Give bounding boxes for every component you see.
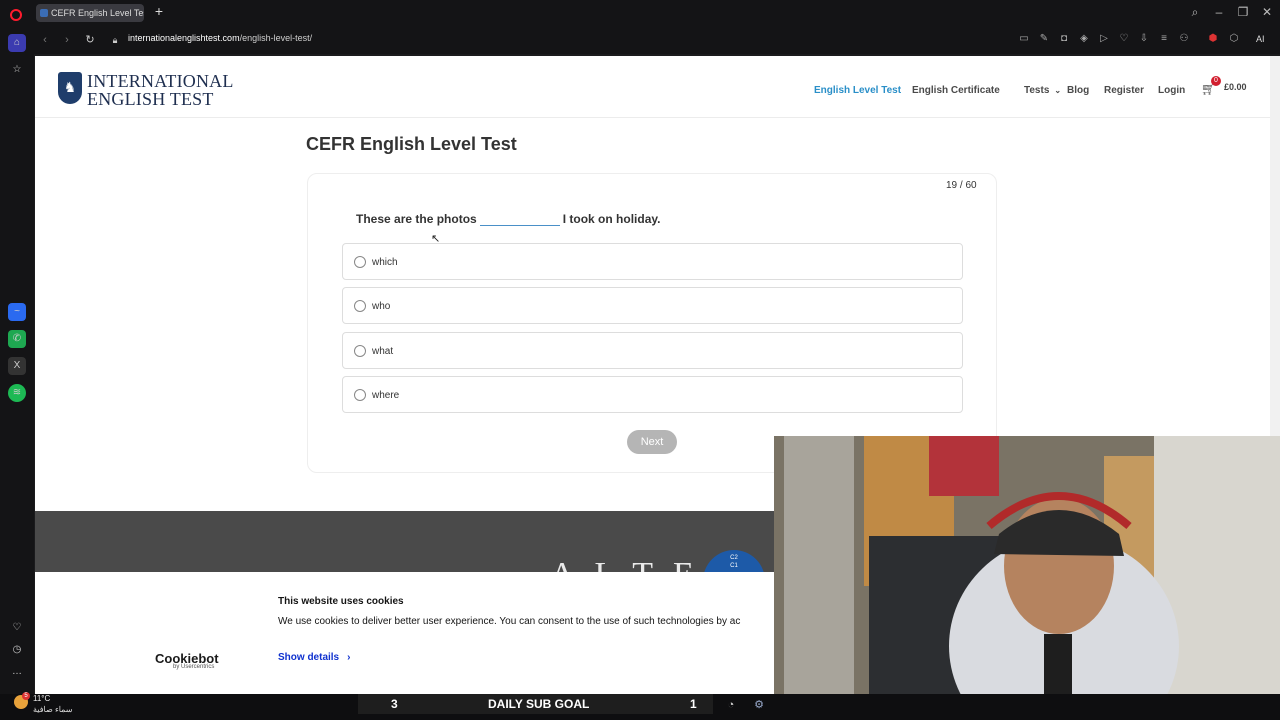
star-icon[interactable]: ☆ [8,61,26,79]
heart-sidebar-icon[interactable]: ♡ [8,619,26,637]
question-counter: 19 / 60 [946,180,977,191]
new-tab-icon[interactable]: + [152,4,166,19]
answer-option[interactable]: what [342,332,963,369]
steam-icon[interactable]: ⚙ [752,698,766,712]
camera-icon[interactable]: ◘ [1058,33,1070,45]
show-details-link[interactable]: Show details › [278,652,350,663]
answer-option[interactable]: where [342,376,963,413]
cart-count-badge: 0 [1211,76,1221,86]
option-label: which [372,257,398,268]
disc-line1: C2 [730,555,738,561]
tray-icon[interactable]: ◔ [724,698,738,712]
opera-logo-icon[interactable] [10,9,22,21]
option-label: where [372,390,400,401]
webcam-overlay [774,436,1280,720]
messenger-icon[interactable]: ~ [8,303,26,321]
download-icon[interactable]: ⇩ [1138,33,1150,45]
answer-blank [479,214,560,226]
url-field[interactable]: internationalenglishtest.com/english-lev… [128,33,312,43]
close-window-icon[interactable]: ✕ [1259,4,1275,20]
browser-tab[interactable]: CEFR English Level Test - I [36,4,144,22]
nav-blog[interactable]: Blog [1067,85,1089,96]
spotify-icon[interactable]: ≋ [8,384,26,402]
answer-option[interactable]: which [342,243,963,280]
answer-option[interactable]: who [342,287,963,324]
lock-icon: 🔒︎ [112,35,118,45]
profile-icon[interactable]: ⚇ [1178,33,1190,45]
notification-badge: 5 [22,692,30,700]
radio-button[interactable] [354,300,366,312]
nav-english-certificate[interactable]: English Certificate [912,85,1000,96]
url-host: internationalenglishtest.com [128,33,240,43]
history-icon[interactable]: ◷ [8,641,26,659]
webcam-scene [774,436,1280,720]
x-icon[interactable]: X [8,357,26,375]
more-icon[interactable]: … [8,663,26,681]
show-details-label: Show details [278,652,340,663]
menu-icon[interactable]: ≡ [1158,33,1170,45]
goal-left-number: 3 [391,697,398,711]
url-path: /english-level-test/ [239,33,313,43]
cart-total[interactable]: £0.00 [1224,82,1247,92]
reader-icon[interactable]: ▭ [1018,33,1030,45]
radio-button[interactable] [354,256,366,268]
question-text: These are the photos I took on holiday. [356,212,660,226]
weather-text: سماء صافية [33,705,73,714]
option-label: what [372,346,394,357]
nav-english-level-test[interactable]: English Level Test [814,85,901,96]
extension-icon[interactable]: ⬢ [1207,33,1219,45]
option-label: who [372,301,391,312]
nav-login[interactable]: Login [1158,85,1185,96]
mouse-cursor-icon: ↖ [431,233,441,245]
nav-tests[interactable]: Tests ⌄ [1024,85,1061,96]
radio-button[interactable] [354,345,366,357]
home-icon[interactable]: ⌂ [8,34,26,52]
shield-icon[interactable]: ◈ [1078,33,1090,45]
tab-favicon-icon [40,9,48,17]
minimize-icon[interactable]: – [1211,4,1227,20]
logo-text-line2[interactable]: ENGLISH TEST [87,89,214,110]
reload-icon[interactable]: ↻ [83,33,97,47]
goal-title: DAILY SUB GOAL [488,697,590,711]
restore-icon[interactable]: ❐ [1235,4,1251,20]
chevron-right-icon: › [347,652,351,663]
disc-line2: C1 [730,563,738,569]
radio-button[interactable] [354,389,366,401]
cookie-title: This website uses cookies [278,596,404,607]
search-tabs-icon[interactable]: ⌕ [1187,4,1203,20]
whatsapp-icon[interactable]: ✆ [8,330,26,348]
heart-icon[interactable]: ♡ [1118,33,1130,45]
back-icon[interactable]: ‹ [38,33,52,47]
box-icon[interactable]: ⬡ [1228,33,1240,45]
cookiebot-byline: by Usercentrics [173,664,215,670]
logo-shield-icon[interactable]: ♞ [58,72,82,104]
question-before: These are the photos [356,212,477,226]
next-button[interactable]: Next [627,430,677,454]
nav-register[interactable]: Register [1104,85,1144,96]
browser-tab-bar [0,0,1280,26]
nav-tests-label: Tests [1024,85,1050,96]
chevron-down-icon: ⌄ [1054,86,1062,95]
cookie-text: We use cookies to deliver better user ex… [278,616,741,627]
goal-right-number: 1 [690,697,697,711]
forward-icon[interactable]: › [60,33,74,47]
temperature: 11°C [33,694,51,703]
edit-icon[interactable]: ✎ [1038,33,1050,45]
question-after: I took on holiday. [562,212,661,226]
play-icon[interactable]: ▷ [1098,33,1110,45]
ai-button[interactable]: AI [1256,34,1265,44]
page-title: CEFR English Level Test [306,134,517,154]
tab-title: CEFR English Level Test - I [51,8,144,18]
